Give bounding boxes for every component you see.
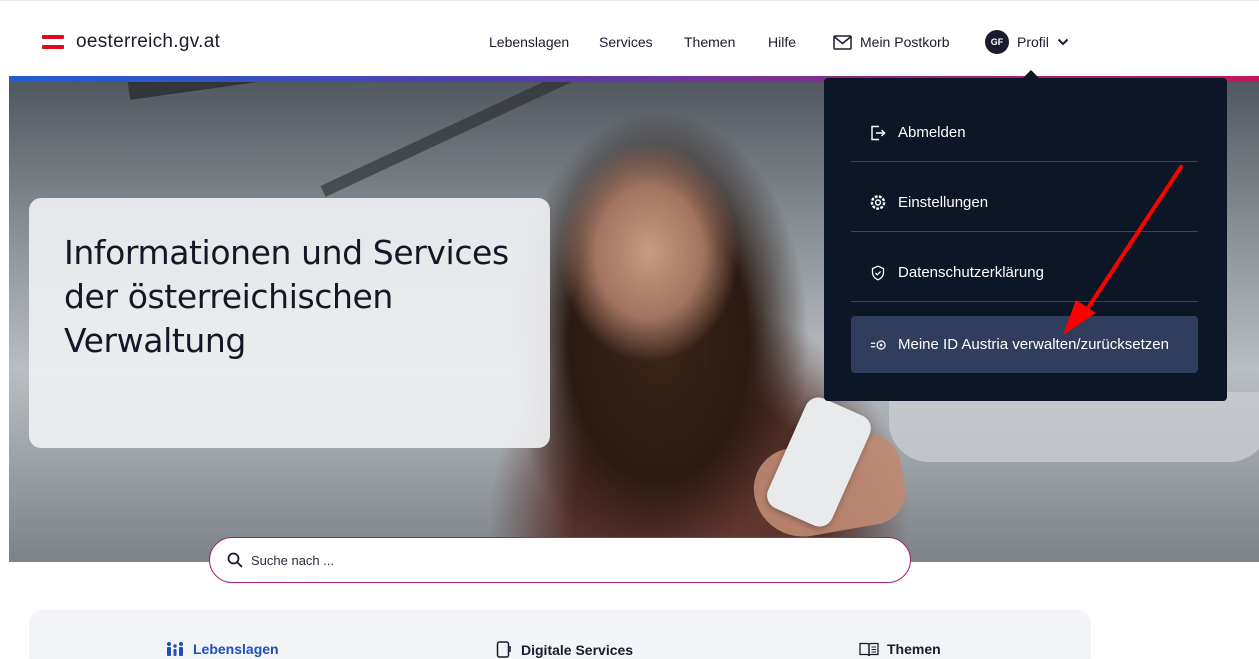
dropdown-pointer (1022, 70, 1040, 79)
nav-lebenslagen[interactable]: Lebenslagen (489, 34, 569, 50)
menu-item-abmelden[interactable]: Abmelden (851, 104, 1198, 162)
quick-link-digitale-services[interactable]: Digitale Services (496, 641, 633, 658)
profil-label: Profil (1017, 34, 1049, 50)
quick-link-lebenslagen[interactable]: Lebenslagen (165, 641, 279, 657)
quick-link-label: Lebenslagen (193, 641, 279, 657)
mail-icon (833, 34, 852, 50)
logo-text: oesterreich.gv.at (76, 31, 221, 52)
logout-icon (870, 125, 886, 141)
menu-item-label: Abmelden (898, 124, 966, 141)
hero-title: Informationen und Services der österreic… (64, 233, 509, 360)
id-austria-icon (870, 337, 886, 353)
menu-item-einstellungen[interactable]: Einstellungen (851, 174, 1198, 232)
hero-card: Informationen und Services der österreic… (29, 198, 550, 448)
book-icon (859, 642, 879, 656)
quick-link-label: Digitale Services (521, 641, 634, 658)
search-icon (227, 552, 243, 568)
menu-item-id-austria[interactable]: Meine ID Austria verwalten/zurücksetzen (851, 316, 1198, 373)
site-logo[interactable]: oesterreich.gv.at (42, 31, 220, 53)
nav-services[interactable]: Services (599, 34, 653, 50)
menu-item-label: Meine ID Austria verwalten/zurücksetzen (898, 336, 1169, 353)
profile-dropdown: Abmelden Einstellungen Datenschutzerklär… (824, 78, 1227, 401)
nav-themen[interactable]: Themen (684, 34, 735, 50)
avatar: GF (985, 30, 1009, 54)
nav-postkorb[interactable]: Mein Postkorb (833, 34, 949, 50)
shield-check-icon (870, 264, 886, 281)
gear-icon (870, 195, 886, 211)
nav-hilfe[interactable]: Hilfe (768, 34, 796, 50)
menu-item-label: Einstellungen (898, 194, 989, 211)
quick-links-bar: Lebenslagen Digitale Services Themen (29, 610, 1091, 659)
chevron-down-icon (1057, 38, 1069, 46)
quick-link-label: Themen (887, 641, 941, 657)
hero-umbrella (889, 392, 1259, 462)
postkorb-label: Mein Postkorb (860, 34, 950, 50)
menu-item-label: Datenschutzerklärung (898, 264, 1044, 281)
site-header: oesterreich.gv.at Lebenslagen Services T… (0, 0, 1259, 78)
device-icon (496, 641, 511, 658)
quick-link-themen[interactable]: Themen (859, 641, 941, 657)
search-input[interactable]: Suche nach ... (209, 537, 911, 583)
hero-ceiling-beam (127, 82, 646, 100)
profile-menu-toggle[interactable]: GF Profil (985, 30, 1069, 54)
menu-item-datenschutz[interactable]: Datenschutzerklärung (851, 244, 1198, 302)
family-icon (167, 642, 183, 656)
austria-flag-icon (42, 35, 64, 49)
hero-ceiling-beam (320, 82, 598, 197)
search-placeholder: Suche nach ... (251, 552, 335, 568)
